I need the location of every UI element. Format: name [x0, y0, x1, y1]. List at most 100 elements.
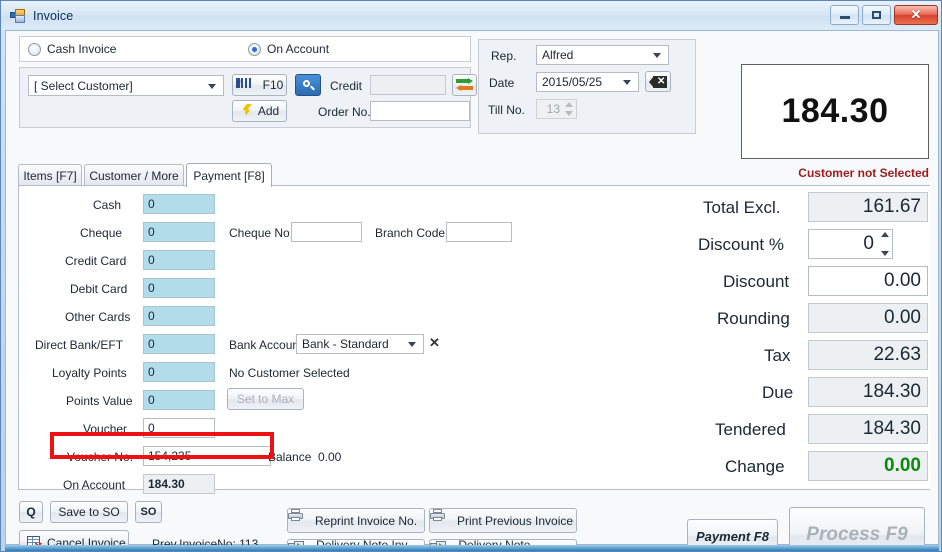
cash-value: 0	[148, 197, 155, 211]
bank-account-label: Bank Account	[229, 338, 303, 352]
date-value: 2015/05/25	[542, 75, 603, 89]
search-button[interactable]	[295, 74, 321, 96]
on-account-field[interactable]: 184.30	[143, 474, 215, 494]
tax-value: 22.63	[873, 344, 921, 365]
title-bar: Invoice ✕	[1, 1, 941, 30]
date-label: Date	[489, 76, 515, 90]
till-no-stepper[interactable]: 13	[536, 99, 577, 119]
save-to-so-button[interactable]: Save to SO	[50, 501, 128, 523]
invoice-window: Invoice ✕ Cash Invoice On Account [ Sele…	[0, 0, 942, 552]
credit-card-value: 0	[148, 253, 155, 267]
rep-combo[interactable]: Alfred	[536, 45, 669, 65]
bank-account-clear-icon[interactable]: ✕	[429, 335, 440, 351]
direct-bank-eft-label: Direct Bank/EFT	[35, 338, 124, 352]
discount-pct-stepper[interactable]: 0	[808, 229, 893, 259]
reprint-invoice-button[interactable]: Reprint Invoice No.	[287, 508, 425, 533]
customer-group: [ Select Customer] ||||| F10 Add Credit	[19, 67, 477, 128]
radio-icon	[28, 42, 41, 56]
debit-card-value: 0	[148, 281, 155, 295]
voucher-value: 0	[148, 421, 155, 435]
reprint-invoice-label: Reprint Invoice No.	[315, 513, 418, 528]
process-f9-label: Process F9	[806, 524, 908, 545]
voucher-label: Voucher	[83, 422, 128, 436]
print-previous-invoice-button[interactable]: Print Previous Invoice	[429, 508, 577, 533]
credit-field[interactable]	[370, 75, 446, 95]
voucher-no-label: Voucher No.	[67, 450, 134, 464]
chevron-down-icon	[653, 53, 661, 58]
order-no-label: Order No.	[318, 105, 371, 119]
direct-bank-eft-value: 0	[148, 337, 155, 351]
so-button[interactable]: SO	[135, 501, 162, 523]
balance-label: Balance	[268, 450, 312, 464]
discount-field[interactable]: 0.00	[808, 266, 928, 296]
tendered-label: Tendered	[715, 420, 786, 439]
voucher-field[interactable]: 0	[143, 418, 215, 438]
other-cards-value: 0	[148, 309, 155, 323]
minimize-button[interactable]	[830, 5, 859, 25]
chevron-down-icon	[623, 80, 631, 85]
radio-icon	[248, 42, 261, 56]
change-label: Change	[725, 457, 785, 476]
total-excl-label: Total Excl.	[703, 198, 781, 217]
due-field: 184.30	[808, 377, 928, 407]
search-icon	[302, 79, 315, 92]
rounding-label: Rounding	[717, 309, 790, 328]
other-cards-label: Other Cards	[65, 310, 131, 324]
stepper-arrows-icon[interactable]	[563, 102, 574, 116]
tab-payment[interactable]: Payment [F8]	[186, 163, 272, 187]
discount-pct-value: 0	[863, 233, 874, 254]
close-button[interactable]: ✕	[894, 5, 938, 25]
cheque-no-label: Cheque No.	[229, 226, 294, 240]
set-to-max-label: Set to Max	[236, 392, 295, 406]
branch-code-field[interactable]	[446, 222, 512, 242]
stepper-arrows-icon[interactable]	[879, 232, 890, 256]
window-title: Invoice	[33, 8, 74, 23]
cheque-no-field[interactable]	[291, 222, 362, 242]
loyalty-points-field[interactable]: 0	[143, 362, 215, 382]
radio-on-account[interactable]: On Account	[248, 42, 329, 56]
tab-items-label: Items [F7]	[23, 168, 77, 183]
invoice-total-display: 184.30	[741, 64, 929, 159]
tab-payment-label: Payment [F8]	[193, 168, 265, 183]
printer-icon	[288, 509, 310, 527]
rounding-value: 0.00	[884, 307, 921, 328]
total-excl-value: 161.67	[862, 196, 921, 217]
f10-button-label: F10	[262, 78, 284, 92]
order-no-field[interactable]	[370, 101, 470, 121]
tab-customer-more[interactable]: Customer / More	[84, 164, 184, 186]
q-button[interactable]: Q	[19, 501, 43, 523]
maximize-button[interactable]	[862, 5, 891, 25]
tax-field: 22.63	[808, 340, 928, 370]
other-cards-field[interactable]: 0	[143, 306, 215, 326]
radio-cash-invoice[interactable]: Cash Invoice	[28, 42, 116, 56]
q-button-label: Q	[26, 505, 36, 519]
credit-card-field[interactable]: 0	[143, 250, 215, 270]
cheque-field[interactable]: 0	[143, 222, 215, 242]
chevron-down-icon	[408, 342, 416, 347]
branch-code-label: Branch Code	[375, 226, 446, 240]
due-value: 184.30	[862, 381, 921, 402]
date-clear-button[interactable]: ✕	[645, 71, 671, 92]
barcode-icon: |||||	[235, 78, 258, 92]
date-picker[interactable]: 2015/05/25	[536, 72, 639, 92]
debit-card-field[interactable]: 0	[143, 278, 215, 298]
cash-field[interactable]: 0	[143, 194, 215, 214]
direct-bank-eft-field[interactable]: 0	[143, 334, 215, 354]
set-to-max-button[interactable]: Set to Max	[227, 388, 304, 410]
due-label: Due	[762, 383, 794, 402]
till-no-label: Till No.	[488, 103, 525, 117]
no-customer-selected-text: No Customer Selected	[229, 366, 350, 380]
balance-value: 0.00	[318, 450, 342, 464]
customer-combo[interactable]: [ Select Customer]	[28, 75, 224, 96]
discount-pct-label: Discount %	[698, 235, 784, 254]
points-value-field[interactable]: 0	[143, 390, 215, 410]
tab-items[interactable]: Items [F7]	[18, 164, 82, 186]
swap-button[interactable]	[452, 74, 477, 96]
on-account-label: On Account	[63, 478, 126, 492]
bank-account-combo[interactable]: Bank - Standard	[296, 334, 424, 354]
add-button-label: Add	[257, 104, 280, 118]
voucher-no-field[interactable]: 154,235	[143, 446, 271, 466]
f10-button[interactable]: ||||| F10	[232, 74, 287, 96]
tendered-value: 184.30	[862, 418, 921, 439]
add-button[interactable]: Add	[232, 100, 287, 122]
